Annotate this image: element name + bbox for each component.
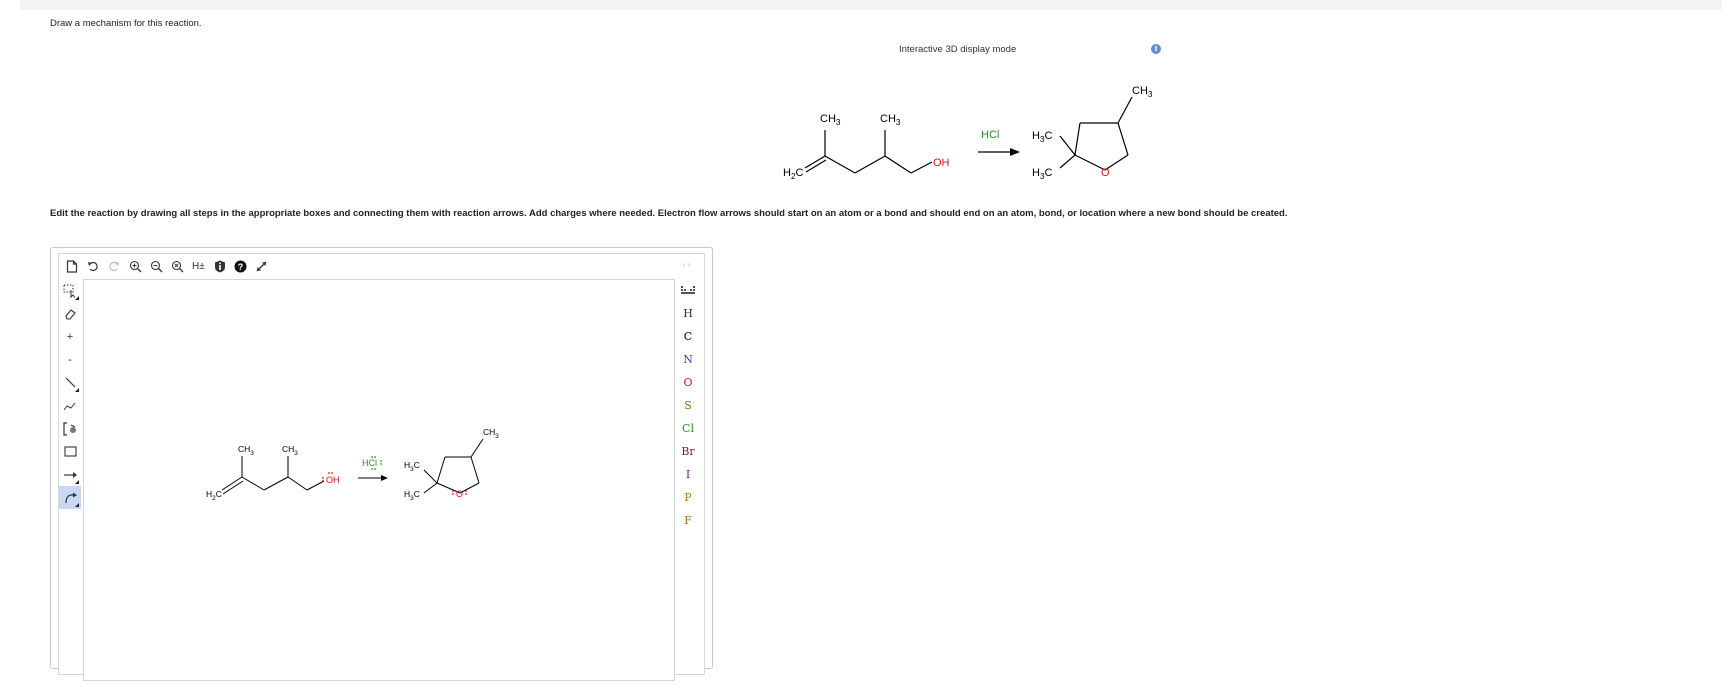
eraser-icon[interactable] — [59, 302, 81, 325]
reagent-hcl: HCl — [981, 129, 999, 141]
zoom-out-icon[interactable] — [148, 258, 164, 274]
product-ch3: CH3 — [1132, 85, 1153, 99]
plus-charge-button[interactable]: + — [59, 325, 81, 348]
drawing-canvas[interactable]: CH3 CH3 H2C OH HCl CH3 H3C H3C O — [83, 279, 675, 681]
bond-tool[interactable] — [59, 371, 81, 394]
info-icon[interactable] — [212, 258, 228, 274]
element-button-f[interactable]: F — [679, 509, 697, 532]
element-button-o[interactable]: O — [679, 371, 697, 394]
electron-flow-arrow-tool[interactable] — [59, 486, 81, 509]
top-strip — [20, 0, 1722, 10]
svg-text:?: ? — [238, 262, 244, 272]
left-toolbar: + - — [59, 279, 81, 509]
top-toolbar: H± ? — [64, 258, 270, 274]
product-h3c-top: H3C — [1032, 130, 1053, 144]
canvas-reagent-hcl: HCl — [362, 458, 377, 468]
canvas-product-ch3: CH3 — [483, 427, 499, 440]
element-button-p[interactable]: P — [679, 486, 697, 509]
minus-charge-button[interactable]: - — [59, 348, 81, 371]
reaction-scheme: CH3 CH3 H2C OH HCl CH3 H3C H3C O — [783, 85, 1153, 181]
display-mode-label: Interactive 3D display mode — [899, 44, 1017, 55]
bracket-tool[interactable] — [59, 417, 81, 440]
periodic-table-icon[interactable] — [679, 279, 697, 302]
canvas-product-h3c-top: H3C — [404, 460, 420, 473]
reactant-ch3-b: CH3 — [880, 113, 901, 127]
nav-arrows[interactable]: ‹ › — [682, 260, 690, 269]
element-button-cl[interactable]: Cl — [679, 417, 697, 440]
redo-icon[interactable] — [106, 258, 122, 274]
canvas-product-oxygen: O — [456, 489, 463, 499]
product-h3c-bottom: H3C — [1032, 167, 1053, 181]
reactant-h2c: H2C — [783, 167, 804, 181]
product-oxygen: O — [1101, 167, 1110, 179]
instructions: Edit the reaction by drawing all steps i… — [50, 208, 1288, 219]
canvas-reactant-ch3-a: CH3 — [238, 444, 254, 457]
info-icon[interactable]: i — [1151, 44, 1161, 54]
fullscreen-icon[interactable] — [254, 258, 270, 274]
canvas-product-h3c-bottom: H3C — [404, 489, 420, 502]
zoom-reset-icon[interactable] — [169, 258, 185, 274]
zoom-in-icon[interactable] — [127, 258, 143, 274]
canvas-reaction: CH3 CH3 H2C OH HCl CH3 H3C H3C O — [206, 427, 499, 502]
canvas-reactant-h2c: H2C — [206, 489, 222, 502]
chain-tool[interactable] — [59, 394, 81, 417]
element-button-n[interactable]: N — [679, 348, 697, 371]
element-button-br[interactable]: Br — [679, 440, 697, 463]
canvas-reactant-oh: OH — [326, 475, 340, 485]
element-button-c[interactable]: C — [679, 325, 697, 348]
help-icon[interactable]: ? — [233, 258, 249, 274]
reaction-arrow-tool[interactable] — [59, 463, 81, 486]
h-toggle-button[interactable]: H± — [190, 261, 207, 272]
rectangle-tool[interactable] — [59, 440, 81, 463]
element-button-h[interactable]: H — [679, 302, 697, 325]
mechanism-editor: H± ? ‹ › + - CH3 CH3 H2C OH HCl CH3 H3C … — [50, 247, 713, 681]
undo-icon[interactable] — [85, 258, 101, 274]
element-button-i[interactable]: I — [679, 463, 697, 486]
element-button-s[interactable]: S — [679, 394, 697, 417]
canvas-reactant-ch3-b: CH3 — [282, 444, 298, 457]
reactant-oh: OH — [933, 157, 950, 169]
new-document-icon[interactable] — [64, 258, 80, 274]
question-prompt: Draw a mechanism for this reaction. — [50, 18, 202, 29]
reactant-ch3-a: CH3 — [820, 113, 841, 127]
element-toolbar: H C N O S Cl Br I P F — [679, 279, 697, 532]
editor-panel: H± ? ‹ › + - CH3 CH3 H2C OH HCl CH3 H3C … — [58, 253, 705, 681]
select-tool[interactable] — [59, 279, 81, 302]
